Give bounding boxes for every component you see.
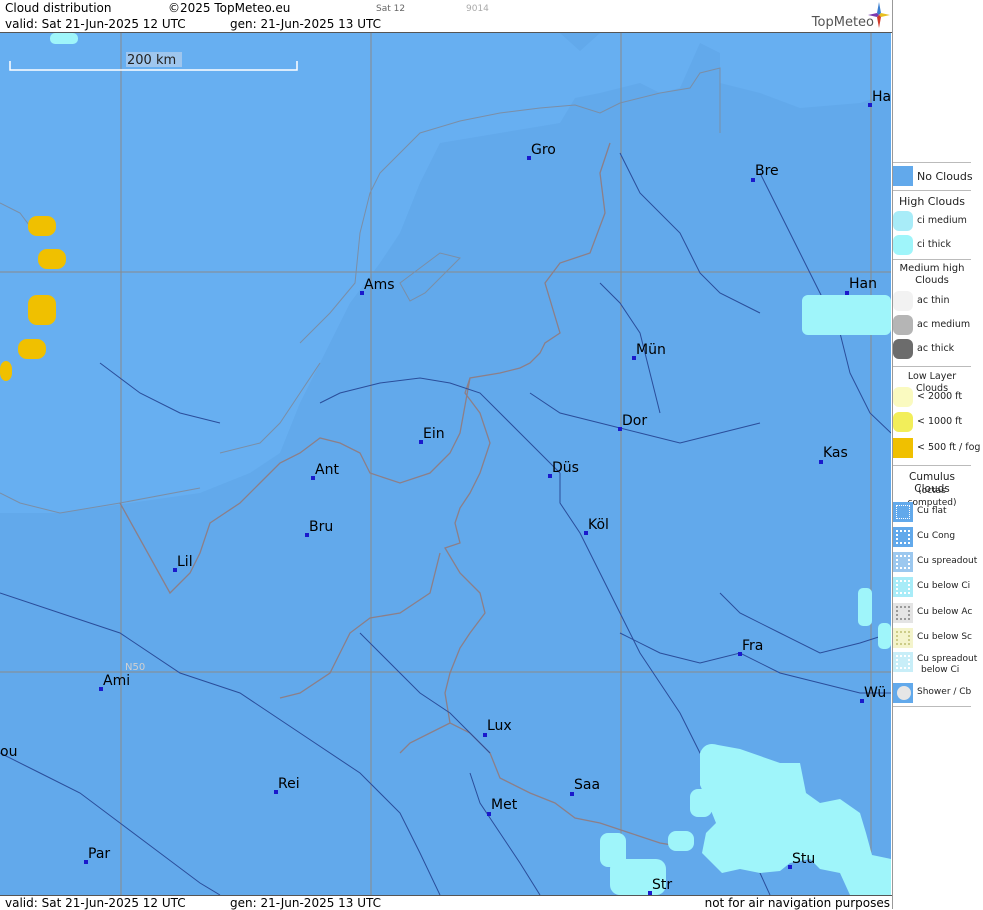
legend-cu-below-sc: Cu below Sc	[893, 628, 972, 650]
scale-label: 200 km	[127, 53, 176, 68]
city-label: Köl	[588, 517, 609, 533]
legend-label: Cu flat	[917, 506, 947, 516]
low-500-swatch	[893, 438, 913, 458]
copyright: ©2025 TopMeteo.eu	[168, 1, 291, 15]
legend-label: ci thick	[917, 239, 951, 250]
legend-low-2000: < 2000 ft	[893, 387, 971, 409]
cu-cong-swatch	[893, 527, 913, 547]
city-label: Dor	[622, 413, 648, 429]
legend-low-1000: < 1000 ft	[893, 412, 971, 434]
city-label: Ams	[364, 277, 395, 293]
footer-generated-time: gen: 21-Jun-2025 13 UTC	[230, 896, 382, 910]
legend-label: < 1000 ft	[917, 416, 963, 427]
city-label: Lil	[177, 554, 193, 570]
city-label: Ant	[315, 462, 339, 478]
city-label: Wü	[864, 685, 887, 701]
city-label: Ein	[423, 426, 445, 442]
legend-label: Cu below Sc	[917, 632, 972, 642]
legend-medium-title: Medium high Clouds	[899, 263, 965, 286]
legend-ci-thick: ci thick	[893, 235, 971, 257]
map-footer: valid: Sat 21-Jun-2025 12 UTC gen: 21-Ju…	[0, 895, 892, 910]
legend-label: Shower / Cb	[917, 687, 972, 697]
no-clouds-swatch	[893, 166, 913, 186]
city-label: Han	[849, 276, 877, 292]
ac-medium-swatch	[893, 315, 913, 335]
cu-below-ac-swatch	[893, 603, 913, 623]
sat-label: Sat 12	[376, 4, 406, 14]
ci-medium-swatch	[893, 211, 913, 231]
city-label: Saa	[574, 777, 601, 793]
city-label: Str	[652, 877, 673, 893]
low-1000-swatch	[893, 412, 913, 432]
valid-time: valid: Sat 21-Jun-2025 12 UTC	[5, 17, 186, 31]
city-label: Gro	[531, 142, 556, 158]
cu-below-sc-swatch	[893, 628, 913, 648]
legend-label: ac medium	[917, 319, 971, 330]
ac-thick-swatch	[893, 339, 913, 359]
low-2000-swatch	[893, 387, 913, 407]
generated-time: gen: 21-Jun-2025 13 UTC	[230, 17, 382, 31]
legend-label: Cu Cong	[917, 531, 956, 541]
city-label: Ami	[103, 673, 131, 689]
legend-ci-medium: ci medium	[893, 211, 971, 233]
ci-thick-swatch	[893, 235, 913, 255]
legend-label: Cu below Ci	[917, 581, 971, 591]
map-header: Cloud distribution ©2025 TopMeteo.eu Sat…	[0, 0, 892, 33]
cloud-map[interactable]: 200 km N50 Gro Bre Ha Ams Han Mün Ein Do…	[0, 33, 891, 895]
latitude-label: N50	[125, 662, 145, 673]
legend-label: below Ci	[921, 665, 960, 675]
product-code: 9014	[466, 4, 489, 14]
city-label: Mün	[636, 342, 666, 358]
city-label: Lux	[487, 718, 512, 734]
compass-logo-icon	[868, 2, 890, 28]
shower-swatch	[893, 683, 913, 703]
legend-label: No Clouds	[917, 170, 973, 183]
legend-cu-spread: Cu spreadout	[893, 552, 977, 574]
legend-label: Cu spreadout	[917, 556, 978, 566]
footer-valid-time: valid: Sat 21-Jun-2025 12 UTC	[5, 896, 186, 910]
city-label: Fra	[742, 638, 764, 654]
legend-label: < 500 ft / fog	[917, 442, 981, 453]
legend-cu-flat: Cu flat	[893, 502, 971, 524]
cu-spread-swatch	[893, 552, 913, 572]
legend-label: ac thin	[917, 295, 950, 306]
topmeteo-logo: TopMeteo	[811, 15, 874, 30]
legend-cu-cong: Cu Cong	[893, 527, 971, 549]
cu-below-ci-swatch	[893, 577, 913, 597]
city-label: Par	[88, 846, 111, 862]
disclaimer: not for air navigation purposes	[704, 896, 890, 910]
legend-ac-thin: ac thin	[893, 291, 971, 313]
legend-label: Cu below Ac	[917, 607, 973, 617]
legend-shower: Shower / Cb	[893, 683, 971, 705]
legend-label: ac thick	[917, 343, 955, 354]
legend-ac-thick: ac thick	[893, 339, 971, 361]
legend-cu-below-ci: Cu below Ci	[893, 577, 971, 599]
legend-label: ci medium	[917, 215, 967, 226]
city-label: Bru	[309, 519, 334, 535]
legend-panel: No Clouds High Clouds ci medium ci thick…	[892, 0, 983, 909]
cu-flat-swatch	[893, 502, 913, 522]
legend-label: Cu spreadout	[917, 654, 978, 664]
cu-spread-below-ci-swatch	[893, 652, 913, 672]
legend-low-500: < 500 ft / fog	[893, 438, 980, 460]
legend-cu-spread-below-ci: Cu spreadout below Ci	[893, 652, 977, 680]
ac-thin-swatch	[893, 291, 913, 311]
legend-cu-below-ac: Cu below Ac	[893, 603, 973, 625]
city-label: Kas	[823, 445, 848, 461]
city-label: ou	[0, 744, 18, 760]
city-label: Ha	[872, 89, 891, 105]
legend-ac-medium: ac medium	[893, 315, 971, 337]
city-label: Düs	[552, 460, 579, 476]
city-label: Met	[491, 797, 518, 813]
map-title: Cloud distribution	[5, 1, 112, 15]
city-label: Bre	[755, 163, 779, 179]
legend-label: < 2000 ft	[917, 391, 963, 402]
city-label: Stu	[792, 851, 816, 867]
legend-no-clouds: No Clouds	[893, 166, 973, 188]
legend-high-title: High Clouds	[899, 195, 965, 208]
city-label: Rei	[278, 776, 300, 792]
